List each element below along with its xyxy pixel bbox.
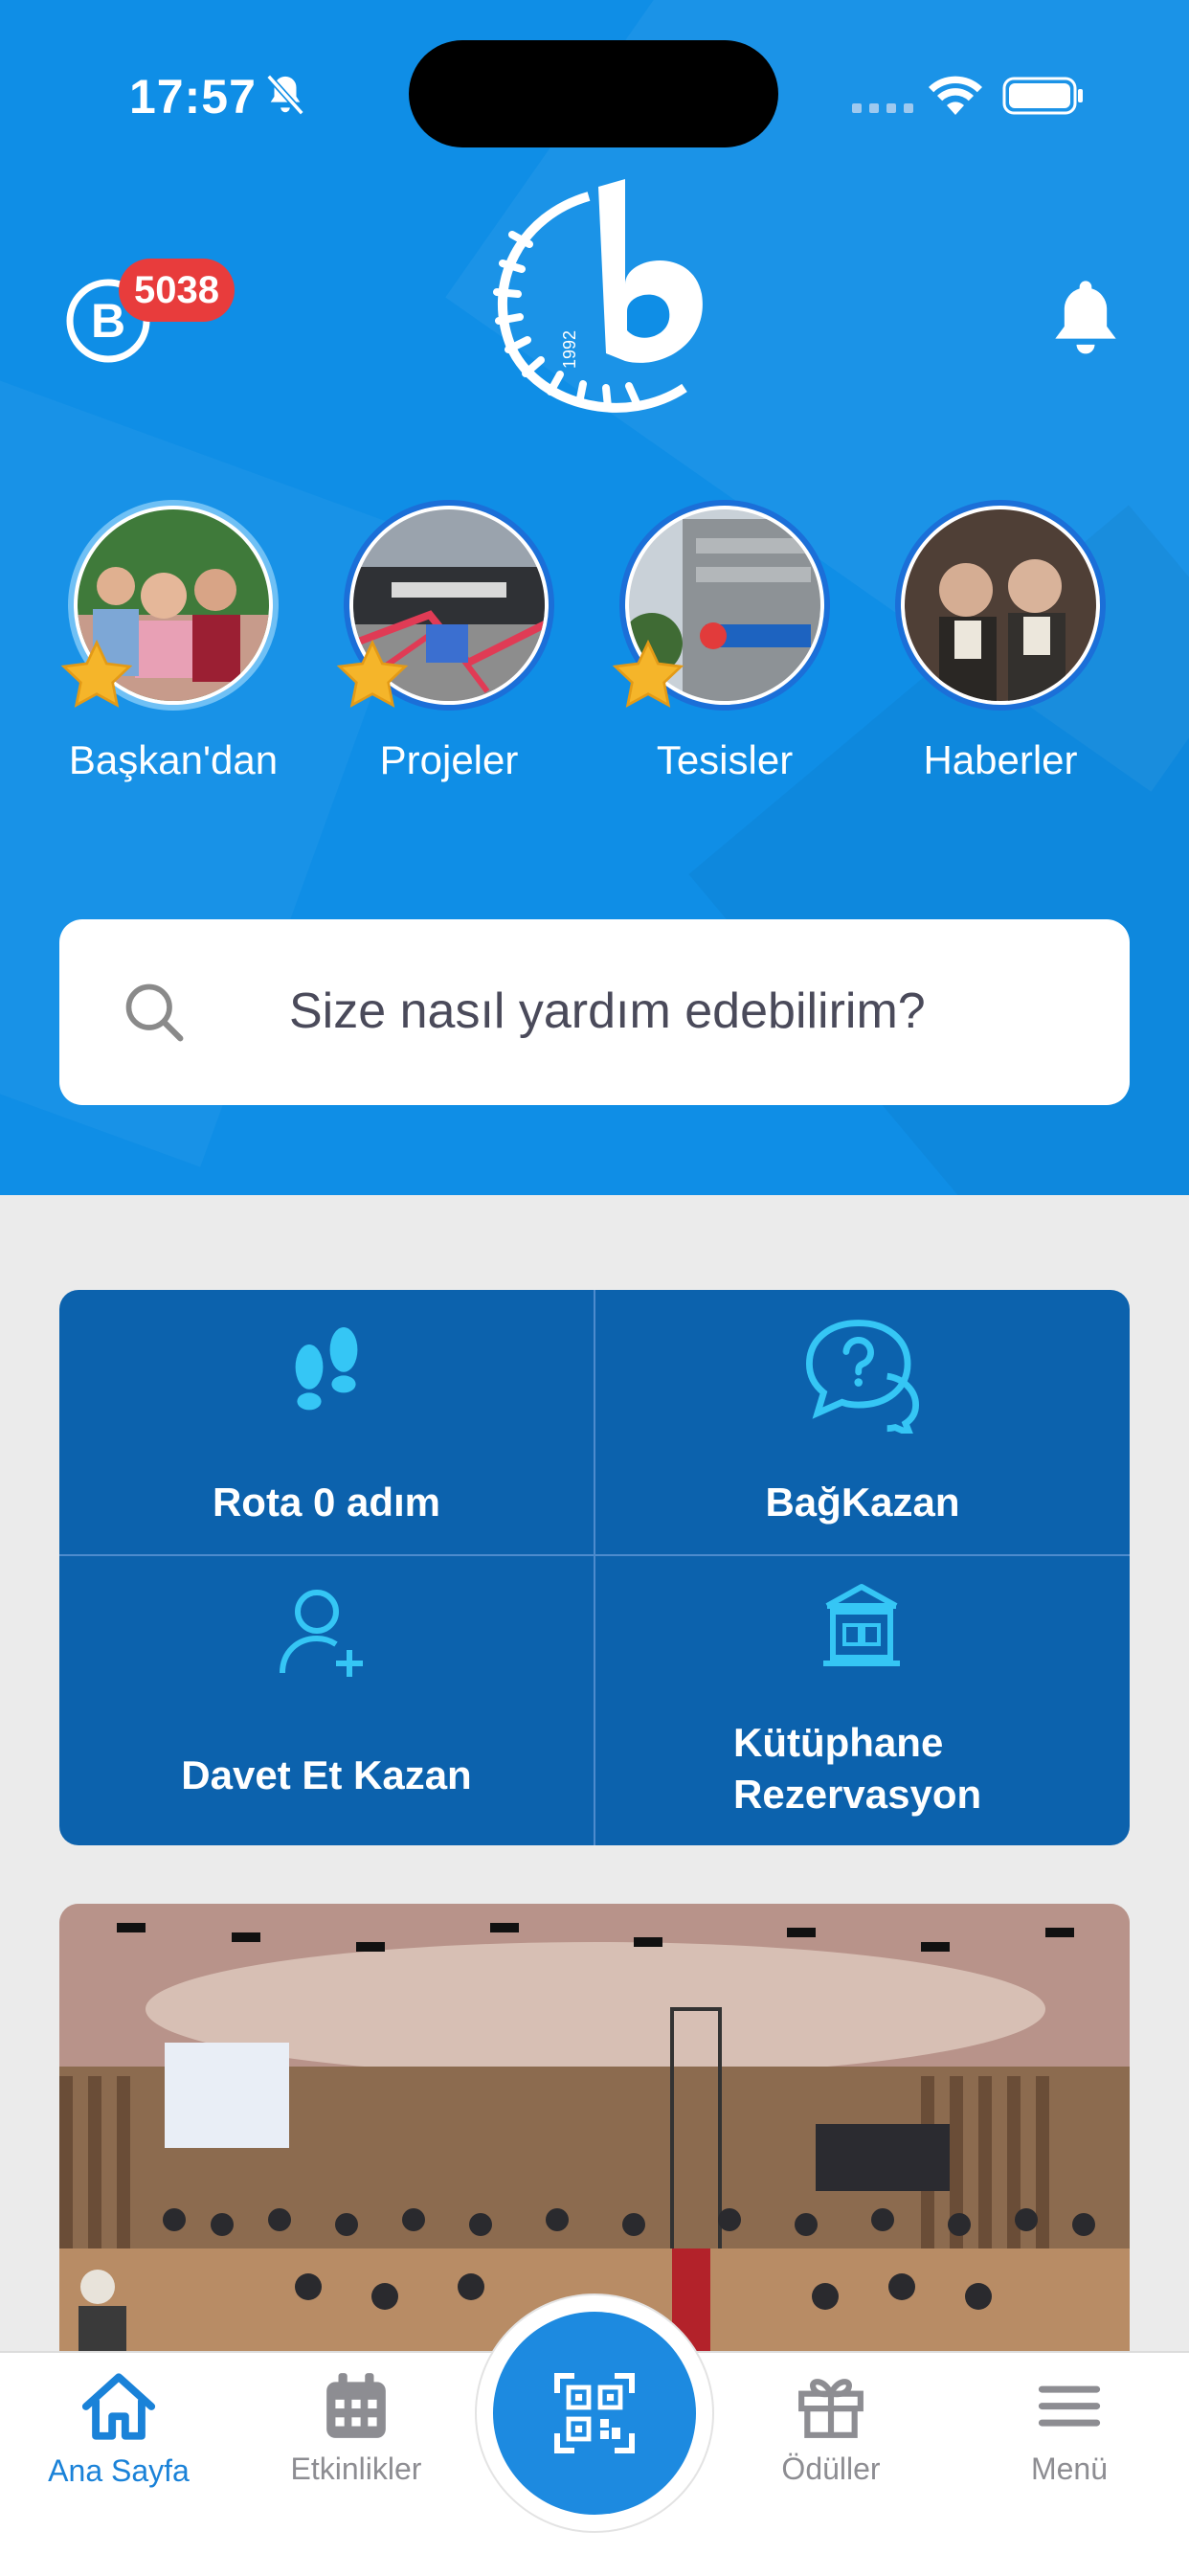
add-user-icon bbox=[280, 1590, 363, 1677]
library-reservation-button[interactable]: Kütüphane Rezervasyon bbox=[595, 1556, 1130, 1845]
bagkazan-label: BağKazan bbox=[765, 1480, 960, 1525]
home-icon bbox=[81, 2373, 156, 2440]
battery-icon bbox=[1002, 77, 1083, 115]
search-bar[interactable]: Size nasıl yardım edebilirim? bbox=[59, 919, 1130, 1105]
story-baskandan[interactable]: Başkan'dan bbox=[60, 500, 283, 783]
qr-scan-button-wrapper bbox=[475, 2294, 714, 2533]
story-tesisler[interactable]: Tesisler bbox=[612, 500, 835, 783]
star-icon bbox=[60, 639, 133, 708]
star-icon bbox=[336, 639, 409, 708]
points-badge: 5038 bbox=[119, 259, 235, 322]
municipality-logo: 1992 bbox=[493, 179, 703, 413]
cellular-signal-icon bbox=[852, 103, 913, 113]
tab-rewards-label: Ödüller bbox=[781, 2452, 881, 2486]
library-label: Kütüphane Rezervasyon bbox=[733, 1717, 981, 1820]
wifi-icon bbox=[929, 76, 982, 115]
story-label: Haberler bbox=[923, 737, 1078, 782]
invite-earn-button[interactable]: Davet Et Kazan bbox=[59, 1556, 594, 1845]
tab-home[interactable]: Ana Sayfa bbox=[13, 2370, 224, 2489]
tab-home-label: Ana Sayfa bbox=[48, 2453, 190, 2488]
qr-code-icon bbox=[554, 2373, 635, 2453]
hero-header: 17:57 B 5038 1992 Başkan'dan Projeler Te… bbox=[0, 0, 1189, 1195]
tab-rewards[interactable]: Ödüller bbox=[726, 2370, 936, 2487]
dynamic-island bbox=[409, 40, 778, 147]
story-label: Başkan'dan bbox=[68, 737, 279, 782]
qr-scan-button[interactable] bbox=[493, 2312, 696, 2515]
calendar-icon bbox=[326, 2373, 386, 2438]
notification-bell-icon[interactable] bbox=[1049, 278, 1122, 360]
quick-actions-grid: Rota 0 adım BağKazan Davet Et Kazan Kütü… bbox=[59, 1290, 1130, 1845]
story-ring bbox=[612, 500, 830, 711]
story-projeler[interactable]: Projeler bbox=[336, 500, 559, 783]
star-icon bbox=[612, 639, 684, 708]
tab-menu[interactable]: Menü bbox=[964, 2370, 1175, 2487]
tab-events[interactable]: Etkinlikler bbox=[251, 2370, 461, 2487]
question-chat-icon bbox=[805, 1320, 920, 1434]
bagkazan-button[interactable]: BağKazan bbox=[595, 1290, 1130, 1554]
story-label: Tesisler bbox=[656, 737, 794, 782]
library-label-line2: Rezervasyon bbox=[733, 1772, 982, 1817]
footsteps-icon bbox=[295, 1327, 358, 1411]
library-label-line1: Kütüphane bbox=[733, 1720, 944, 1765]
gift-icon bbox=[798, 2379, 864, 2438]
story-label: Projeler bbox=[379, 737, 519, 782]
rota-label: Rota 0 adım bbox=[212, 1480, 441, 1525]
hamburger-menu-icon bbox=[1038, 2385, 1101, 2427]
search-icon bbox=[125, 983, 184, 1042]
story-ring bbox=[60, 500, 279, 711]
tab-menu-label: Menü bbox=[1030, 2452, 1109, 2486]
story-ring bbox=[336, 500, 554, 711]
mute-bell-icon bbox=[266, 74, 304, 116]
story-haberler[interactable]: Haberler bbox=[890, 500, 1110, 783]
story-ring bbox=[895, 500, 1106, 711]
library-icon bbox=[823, 1584, 900, 1666]
invite-label: Davet Et Kazan bbox=[181, 1752, 472, 1797]
search-placeholder: Size nasıl yardım edebilirim? bbox=[289, 983, 926, 1039]
svg-text:1992: 1992 bbox=[560, 330, 579, 369]
tab-events-label: Etkinlikler bbox=[290, 2452, 422, 2486]
rota-steps-button[interactable]: Rota 0 adım bbox=[59, 1290, 594, 1554]
status-time: 17:57 bbox=[129, 70, 257, 124]
story-thumbnail bbox=[905, 509, 1096, 701]
